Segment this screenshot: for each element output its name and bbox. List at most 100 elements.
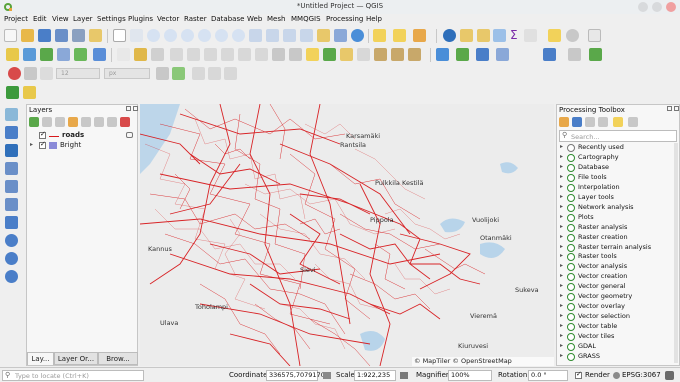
layer-row-bright[interactable]: ▸ Bright: [30, 140, 134, 151]
add-xyz-icon[interactable]: [5, 270, 18, 283]
layer-roads-checkbox[interactable]: [39, 130, 46, 139]
filter-legend-icon[interactable]: [68, 117, 78, 127]
panel-close-icon[interactable]: [133, 106, 138, 111]
rotation-field[interactable]: 0.0 °: [528, 370, 568, 381]
expand-arrow-icon[interactable]: ▸: [30, 141, 33, 148]
panel-float-icon[interactable]: [126, 106, 131, 111]
data-source-manager-icon[interactable]: [6, 48, 19, 61]
add-postgis-icon[interactable]: [5, 198, 18, 211]
save-edits-icon[interactable]: [151, 48, 164, 61]
add-virtual-icon[interactable]: [5, 162, 18, 175]
add-feature-icon[interactable]: [170, 48, 183, 61]
new-shapefile-icon[interactable]: [40, 48, 53, 61]
expand-arrow-icon[interactable]: ▸: [560, 233, 563, 240]
vertex-tool-icon[interactable]: [187, 48, 200, 61]
scrollbar[interactable]: [674, 143, 678, 363]
pan-hand-icon[interactable]: [113, 29, 126, 42]
toolbox-item[interactable]: ▸ GDAL: [560, 342, 678, 352]
add-raster-icon[interactable]: [93, 48, 106, 61]
plugin-a-icon[interactable]: [456, 48, 469, 61]
label-change-icon[interactable]: [408, 48, 421, 61]
save-as-icon[interactable]: [55, 29, 68, 42]
add-vector-icon[interactable]: [74, 48, 87, 61]
locator-input[interactable]: ⚲ Type to locate (Ctrl+K): [2, 370, 144, 381]
toolbox-search-input[interactable]: ⚲ Search...: [559, 130, 677, 142]
toggle-editing-icon[interactable]: [134, 48, 147, 61]
save-project-icon[interactable]: [38, 29, 51, 42]
menu-vector[interactable]: Vector: [157, 15, 179, 23]
identify-icon[interactable]: [443, 29, 456, 42]
style-panel-icon[interactable]: [29, 117, 39, 127]
zoom-last-icon[interactable]: [266, 29, 279, 42]
toolbox-item[interactable]: ▸ Vector general: [560, 282, 678, 292]
zoom-layer-icon[interactable]: [232, 29, 245, 42]
add-group-icon[interactable]: [42, 117, 52, 127]
tab-layer-order[interactable]: Layer Or...: [54, 352, 98, 365]
snap-mode-icon[interactable]: [24, 67, 37, 80]
show-bookmarks-icon[interactable]: [317, 29, 330, 42]
maximize-button[interactable]: [652, 2, 662, 12]
snap-intersection-icon[interactable]: [156, 67, 169, 80]
tracing-icon[interactable]: [208, 67, 221, 80]
tracing-offset-icon[interactable]: [224, 67, 237, 80]
toolbox-item[interactable]: ▸ Vector analysis: [560, 262, 678, 272]
copy-features-icon[interactable]: [238, 48, 251, 61]
menu-project[interactable]: Project: [4, 15, 28, 23]
text-annotation-icon[interactable]: [588, 29, 601, 42]
toolbox-item[interactable]: ▸ Vector table: [560, 322, 678, 332]
expand-arrow-icon[interactable]: ▸: [560, 332, 563, 339]
menu-database[interactable]: Database: [211, 15, 244, 23]
expand-all-icon[interactable]: [94, 117, 104, 127]
toolbox-item[interactable]: ▸ Raster tools: [560, 252, 678, 262]
remove-layer-icon[interactable]: [120, 117, 130, 127]
toolbox-item[interactable]: ▸ Vector geometry: [560, 292, 678, 302]
close-button[interactable]: [666, 2, 676, 12]
expand-arrow-icon[interactable]: ▸: [560, 153, 563, 160]
toolbox-item[interactable]: ▸ Database: [560, 163, 678, 173]
manage-theme-icon[interactable]: [55, 117, 65, 127]
expand-arrow-icon[interactable]: ▸: [560, 282, 563, 289]
toolbox-item[interactable]: ▸ Vector creation: [560, 272, 678, 282]
expand-arrow-icon[interactable]: ▸: [560, 213, 563, 220]
expand-arrow-icon[interactable]: ▸: [560, 203, 563, 210]
snap-type-icon[interactable]: [40, 67, 53, 80]
field-calculator-icon[interactable]: [477, 29, 490, 42]
new-bookmark-icon[interactable]: [300, 29, 313, 42]
zoom-rubberband-icon[interactable]: [181, 29, 194, 42]
toolbox-item[interactable]: ▸ Vector selection: [560, 312, 678, 322]
plugin-f-icon[interactable]: [589, 48, 602, 61]
unit-select[interactable]: px: [104, 68, 150, 79]
cut-features-icon[interactable]: [221, 48, 234, 61]
new-annotation-icon[interactable]: [566, 29, 579, 42]
undo-icon[interactable]: [272, 48, 285, 61]
add-wms-icon[interactable]: [5, 216, 18, 229]
crs-label[interactable]: EPSG:3067: [622, 371, 661, 379]
messages-icon[interactable]: [665, 371, 674, 380]
expand-arrow-icon[interactable]: ▸: [560, 143, 563, 150]
statistics-sigma-icon[interactable]: Σ: [510, 29, 523, 42]
expand-arrow-icon[interactable]: ▸: [560, 243, 563, 250]
results-icon[interactable]: [598, 117, 608, 127]
open-attribute-table-icon[interactable]: [460, 29, 473, 42]
toolbox-item[interactable]: ▸ Recently used: [560, 143, 678, 153]
models-icon[interactable]: [559, 117, 569, 127]
toolbox-item[interactable]: ▸ Cartography: [560, 153, 678, 163]
select-by-value-icon[interactable]: [393, 29, 406, 42]
zoom-native-icon[interactable]: [249, 29, 262, 42]
edit-features-icon[interactable]: [613, 117, 623, 127]
tab-browser[interactable]: Brow...: [98, 352, 138, 365]
zoom-selection-icon[interactable]: [215, 29, 228, 42]
toolbox-item[interactable]: ▸ Vector overlay: [560, 302, 678, 312]
deselect-icon[interactable]: [413, 29, 426, 42]
map-canvas[interactable]: Karsamäki Rantsila Kestilä Pulkkila Pipp…: [140, 104, 554, 366]
expand-arrow-icon[interactable]: ▸: [560, 223, 563, 230]
expand-arrow-icon[interactable]: ▸: [560, 292, 563, 299]
scale-field[interactable]: 1:922,235: [354, 370, 396, 381]
zoom-in-icon[interactable]: [147, 29, 160, 42]
snapping-magnet-icon[interactable]: [8, 67, 21, 80]
expand-arrow-icon[interactable]: ▸: [560, 342, 563, 349]
select-features-icon[interactable]: [373, 29, 386, 42]
diagram-icon[interactable]: [323, 48, 336, 61]
collapse-all-icon[interactable]: [107, 117, 117, 127]
expand-arrow-icon[interactable]: ▸: [560, 272, 563, 279]
